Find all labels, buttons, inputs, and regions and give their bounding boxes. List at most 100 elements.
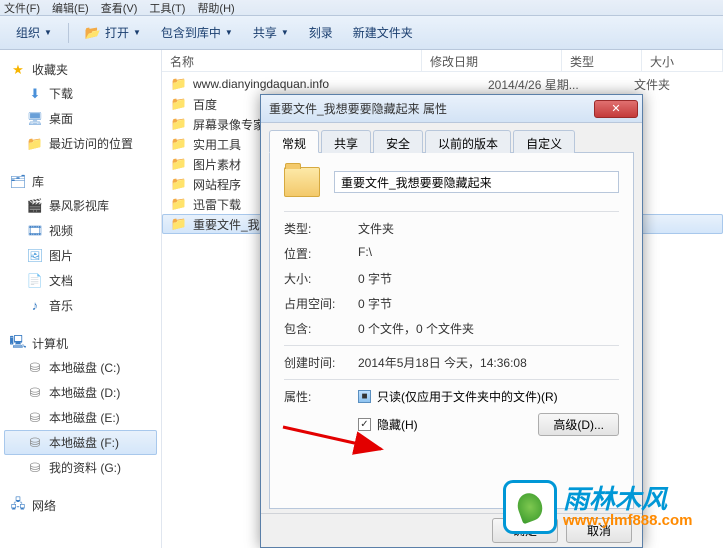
favorites-group[interactable]: ★收藏夹 — [4, 58, 157, 81]
watermark-logo-icon — [503, 480, 557, 534]
new-folder-button[interactable]: 新建文件夹 — [345, 21, 421, 44]
readonly-checkbox[interactable]: ■只读(仅应用于文件夹中的文件)(R) — [358, 388, 558, 405]
drive-icon: ⛁ — [27, 410, 43, 426]
location-value: F:\ — [358, 245, 619, 262]
sidebar-item-recent[interactable]: 📁最近访问的位置 — [4, 131, 157, 156]
close-button[interactable]: ✕ — [594, 100, 638, 118]
drive-icon: ⛁ — [27, 360, 43, 376]
drive-icon: ⛁ — [27, 435, 43, 451]
folder-icon: 📁 — [171, 76, 187, 92]
col-size[interactable]: 大小 — [642, 50, 723, 71]
open-button[interactable]: 📂 打开▼ — [77, 21, 149, 44]
burn-button[interactable]: 刻录 — [301, 21, 341, 44]
document-icon: 📄 — [27, 273, 43, 289]
created-label: 创建时间: — [284, 354, 358, 371]
advanced-button[interactable]: 高级(D)... — [538, 413, 619, 436]
folder-name-input[interactable] — [334, 171, 619, 193]
dialog-tabs: 常规 共享 安全 以前的版本 自定义 — [269, 129, 634, 153]
col-name[interactable]: 名称 — [162, 50, 422, 71]
size-value: 0 字节 — [358, 270, 619, 287]
dialog-title: 重要文件_我想要要隐藏起来 属性 — [269, 100, 594, 117]
type-label: 类型: — [284, 220, 358, 237]
computer-group[interactable]: 🖳计算机 — [4, 332, 157, 355]
sidebar-item-drive-f[interactable]: ⛁本地磁盘 (F:) — [4, 430, 157, 455]
sidebar-item-desktop[interactable]: 🖥桌面 — [4, 106, 157, 131]
music-icon: ♪ — [27, 298, 43, 314]
folder-icon: 📁 — [171, 176, 187, 192]
folder-icon: 📁 — [171, 216, 187, 232]
computer-icon: 🖳 — [10, 336, 26, 352]
star-icon: ★ — [10, 62, 26, 78]
menu-help[interactable]: 帮助(H) — [197, 0, 234, 15]
tab-previous[interactable]: 以前的版本 — [425, 130, 511, 153]
separator — [284, 379, 619, 380]
chevron-down-icon: ▼ — [44, 28, 52, 37]
sidebar-item-storm[interactable]: 🎬暴风影视库 — [4, 193, 157, 218]
checkbox-icon: ■ — [358, 390, 371, 403]
menu-bar: 文件(F) 编辑(E) 查看(V) 工具(T) 帮助(H) — [0, 0, 723, 16]
location-label: 位置: — [284, 245, 358, 262]
folder-icon: 📁 — [171, 96, 187, 112]
tab-share[interactable]: 共享 — [321, 130, 371, 153]
sidebar-item-drive-e[interactable]: ⛁本地磁盘 (E:) — [4, 405, 157, 430]
col-type[interactable]: 类型 — [562, 50, 642, 71]
created-value: 2014年5月18日 今天，14:36:08 — [358, 354, 619, 371]
drive-icon: ⛁ — [27, 385, 43, 401]
folder-icon: 📁 — [171, 116, 187, 132]
chevron-down-icon: ▼ — [281, 28, 289, 37]
checkbox-icon: ✓ — [358, 418, 371, 431]
menu-tools[interactable]: 工具(T) — [149, 0, 185, 15]
library-group[interactable]: 🗂库 — [4, 170, 157, 193]
contains-value: 0 个文件，0 个文件夹 — [358, 320, 619, 337]
column-headers: 名称 修改日期 类型 大小 — [162, 50, 723, 72]
sidebar-item-pictures[interactable]: 🖼图片 — [4, 243, 157, 268]
tab-custom[interactable]: 自定义 — [513, 130, 575, 153]
sidebar-item-videos[interactable]: 🎞视频 — [4, 218, 157, 243]
contains-label: 包含: — [284, 320, 358, 337]
video-icon: 🎬 — [27, 198, 43, 214]
hidden-checkbox[interactable]: ✓隐藏(H) — [358, 416, 418, 433]
recent-icon: 📁 — [27, 136, 43, 152]
explorer-toolbar: 组织▼ 📂 打开▼ 包含到库中▼ 共享▼ 刻录 新建文件夹 — [0, 16, 723, 50]
share-button[interactable]: 共享▼ — [245, 21, 297, 44]
navigation-sidebar: ★收藏夹 ⬇下载 🖥桌面 📁最近访问的位置 🗂库 🎬暴风影视库 🎞视频 🖼图片 … — [0, 50, 162, 548]
menu-edit[interactable]: 编辑(E) — [52, 0, 89, 15]
network-icon: 🖧 — [10, 498, 26, 514]
sidebar-item-downloads[interactable]: ⬇下载 — [4, 81, 157, 106]
folder-open-icon: 📂 — [85, 25, 101, 41]
chevron-down-icon: ▼ — [133, 28, 141, 37]
sidebar-item-drive-g[interactable]: ⛁我的资料 (G:) — [4, 455, 157, 480]
attributes-label: 属性: — [284, 388, 358, 405]
watermark-url: www.ylmf888.com — [563, 512, 693, 529]
separator — [284, 211, 619, 212]
file-row[interactable]: 📁www.dianyingdaquan.info2014/4/26 星期...文… — [162, 74, 723, 94]
close-icon: ✕ — [611, 103, 620, 115]
network-group[interactable]: 🖧网络 — [4, 494, 157, 517]
include-button[interactable]: 包含到库中▼ — [153, 21, 241, 44]
tab-general[interactable]: 常规 — [269, 130, 319, 153]
disk-value: 0 字节 — [358, 295, 619, 312]
separator — [284, 345, 619, 346]
sidebar-item-drive-d[interactable]: ⛁本地磁盘 (D:) — [4, 380, 157, 405]
sidebar-item-documents[interactable]: 📄文档 — [4, 268, 157, 293]
tab-content-general: 类型:文件夹 位置:F:\ 大小:0 字节 占用空间:0 字节 包含:0 个文件… — [269, 153, 634, 509]
picture-icon: 🖼 — [27, 248, 43, 264]
col-date[interactable]: 修改日期 — [422, 50, 562, 71]
type-value: 文件夹 — [358, 220, 619, 237]
download-icon: ⬇ — [27, 86, 43, 102]
folder-icon: 📁 — [171, 196, 187, 212]
sidebar-item-music[interactable]: ♪音乐 — [4, 293, 157, 318]
menu-view[interactable]: 查看(V) — [101, 0, 138, 15]
folder-icon: 📁 — [171, 156, 187, 172]
chevron-down-icon: ▼ — [225, 28, 233, 37]
menu-file[interactable]: 文件(F) — [4, 0, 40, 15]
disk-label: 占用空间: — [284, 295, 358, 312]
size-label: 大小: — [284, 270, 358, 287]
video-icon: 🎞 — [27, 223, 43, 239]
dialog-titlebar[interactable]: 重要文件_我想要要隐藏起来 属性 ✕ — [261, 95, 642, 123]
separator — [68, 23, 69, 43]
sidebar-item-drive-c[interactable]: ⛁本地磁盘 (C:) — [4, 355, 157, 380]
organize-button[interactable]: 组织▼ — [8, 21, 60, 44]
folder-icon: 📁 — [171, 136, 187, 152]
tab-security[interactable]: 安全 — [373, 130, 423, 153]
